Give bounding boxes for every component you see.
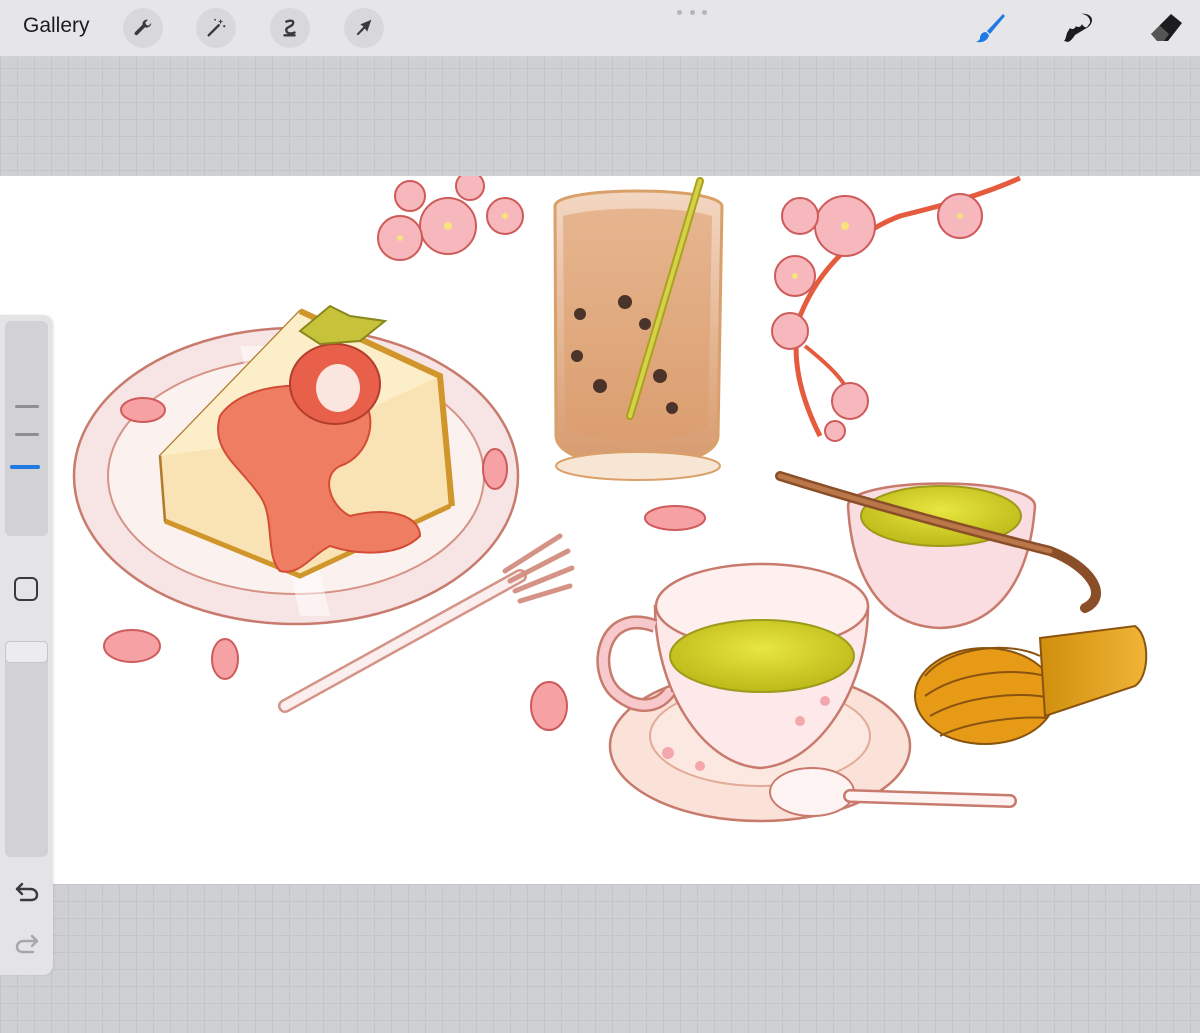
- redo-button[interactable]: [13, 930, 41, 958]
- eraser-tool-button[interactable]: [1146, 10, 1186, 46]
- modify-button[interactable]: [14, 577, 38, 601]
- opacity-slider[interactable]: [5, 641, 48, 857]
- drag-handle[interactable]: [677, 10, 707, 16]
- undo-button[interactable]: [13, 878, 41, 906]
- top-toolbar: Gallery: [0, 0, 1200, 57]
- boba-tea-glass: [553, 177, 724, 481]
- matcha-whisk: [914, 624, 1148, 745]
- brush-icon: [976, 14, 1005, 43]
- brush-tool-button[interactable]: [970, 10, 1010, 46]
- smudge-tool-button[interactable]: [1058, 10, 1098, 46]
- selection-button[interactable]: [270, 8, 310, 48]
- blossom-cluster-left: [377, 176, 524, 261]
- transform-button[interactable]: [344, 8, 384, 48]
- transform-arrow-icon: [356, 19, 372, 36]
- slider-tick: [15, 433, 39, 436]
- left-sidebar: [0, 315, 53, 975]
- artwork: [72, 176, 1148, 823]
- adjustments-button[interactable]: [196, 8, 236, 48]
- magic-wand-icon: [207, 18, 226, 37]
- selection-icon: [283, 19, 296, 37]
- slider-tick: [15, 405, 39, 408]
- actions-button[interactable]: [123, 8, 163, 48]
- undo-icon: [15, 882, 39, 902]
- blossom-branch-right: [771, 176, 1022, 442]
- drawing-canvas[interactable]: [0, 176, 1200, 884]
- brush-size-slider[interactable]: [5, 321, 48, 536]
- opacity-thumb[interactable]: [5, 641, 48, 663]
- eraser-icon: [1151, 14, 1182, 41]
- redo-icon: [15, 934, 39, 954]
- brush-size-thumb[interactable]: [10, 465, 40, 469]
- smudge-icon: [1064, 13, 1092, 42]
- gallery-button[interactable]: Gallery: [23, 14, 90, 38]
- wrench-icon: [134, 19, 152, 36]
